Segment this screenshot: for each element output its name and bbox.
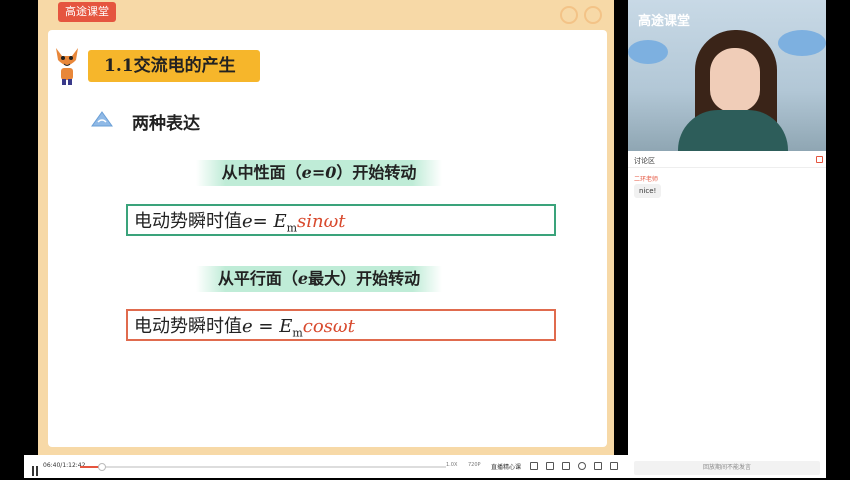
progress-track[interactable] <box>80 463 446 471</box>
avatar-icon <box>584 6 602 24</box>
chat-message: nice! <box>634 184 662 198</box>
banner1-pre: 从中性面（ <box>221 163 302 182</box>
banner-neutral-plane: 从中性面（e=0）开始转动 <box>196 160 442 186</box>
banner-parallel-plane: 从平行面（e最大）开始转动 <box>196 266 442 292</box>
settings-icon[interactable] <box>594 462 602 470</box>
formula2-eq: = <box>252 316 280 337</box>
triangle-bullet-icon <box>91 111 113 127</box>
volume-icon[interactable] <box>530 462 538 470</box>
slide-stage: 高途课堂 1.1交流电的产生 两种表达 从中性面（e=0）开始转动 电动势瞬时值… <box>0 0 628 455</box>
formula-cos-box: 电动势瞬时值e = Emcosωt <box>126 309 556 341</box>
right-margin <box>826 0 850 478</box>
formula2-fn: cosωt <box>302 316 355 337</box>
chat-username: 二环老师 <box>634 176 659 183</box>
formula1-fn: sinωt <box>297 211 346 232</box>
banner2-var: e <box>297 269 309 288</box>
teacher-video: 高途课堂 <box>628 0 826 151</box>
chat-toggle-icon[interactable] <box>816 156 823 163</box>
section-subtitle: 两种表达 <box>132 114 200 134</box>
banner2-pre: 从平行面（ <box>217 269 298 288</box>
formula1-var: e <box>242 211 253 232</box>
chat-header: 讨论区 <box>634 157 655 165</box>
player-bar: 06:40/1:12:42 1.0X 720P 直播精心课 <box>24 455 628 478</box>
chat-divider <box>628 167 826 168</box>
chat-input[interactable]: 回放期间不能发言 <box>634 461 820 475</box>
brand-badge: 高途课堂 <box>58 2 116 22</box>
slide-content <box>48 30 607 447</box>
fox-mascot-icon <box>56 48 78 85</box>
video-logo: 高途课堂 <box>638 14 691 29</box>
progress-handle[interactable] <box>97 463 106 471</box>
pause-button[interactable] <box>32 461 40 476</box>
video-cloud <box>628 40 668 64</box>
screenshot-icon[interactable] <box>562 462 570 470</box>
formula1-label: 电动势瞬时值 <box>134 211 242 232</box>
video-cloud <box>778 30 826 56</box>
discussion-panel: 讨论区 二环老师 nice! 回放期间不能发言 <box>628 151 826 478</box>
formula1-em: Em <box>273 211 298 235</box>
formula-sin-box: 电动势瞬时值e= Emsinωt <box>126 204 556 236</box>
formula2-label: 电动势瞬时值 <box>134 316 242 337</box>
quality-selector[interactable]: 720P <box>468 462 481 468</box>
slide-top-controls <box>560 6 610 24</box>
eye-icon[interactable] <box>578 462 586 470</box>
chat-bubble-icon[interactable] <box>546 462 554 470</box>
slide-title: 1.1交流电的产生 <box>88 50 260 82</box>
formula1-eq: = <box>252 211 274 232</box>
playback-rate[interactable]: 1.0X <box>446 462 457 468</box>
formula2-em: Em <box>279 316 303 340</box>
formula2-var: e <box>242 316 253 337</box>
banner1-post: ）开始转动 <box>336 163 417 182</box>
banner2-post: 最大）开始转动 <box>308 269 421 288</box>
teacher-face <box>710 48 760 112</box>
banner1-var: e=0 <box>301 163 337 182</box>
subtitle-button[interactable]: 直播精心课 <box>491 462 521 471</box>
fullscreen-icon[interactable] <box>610 462 618 470</box>
replay-icon[interactable] <box>560 6 578 24</box>
